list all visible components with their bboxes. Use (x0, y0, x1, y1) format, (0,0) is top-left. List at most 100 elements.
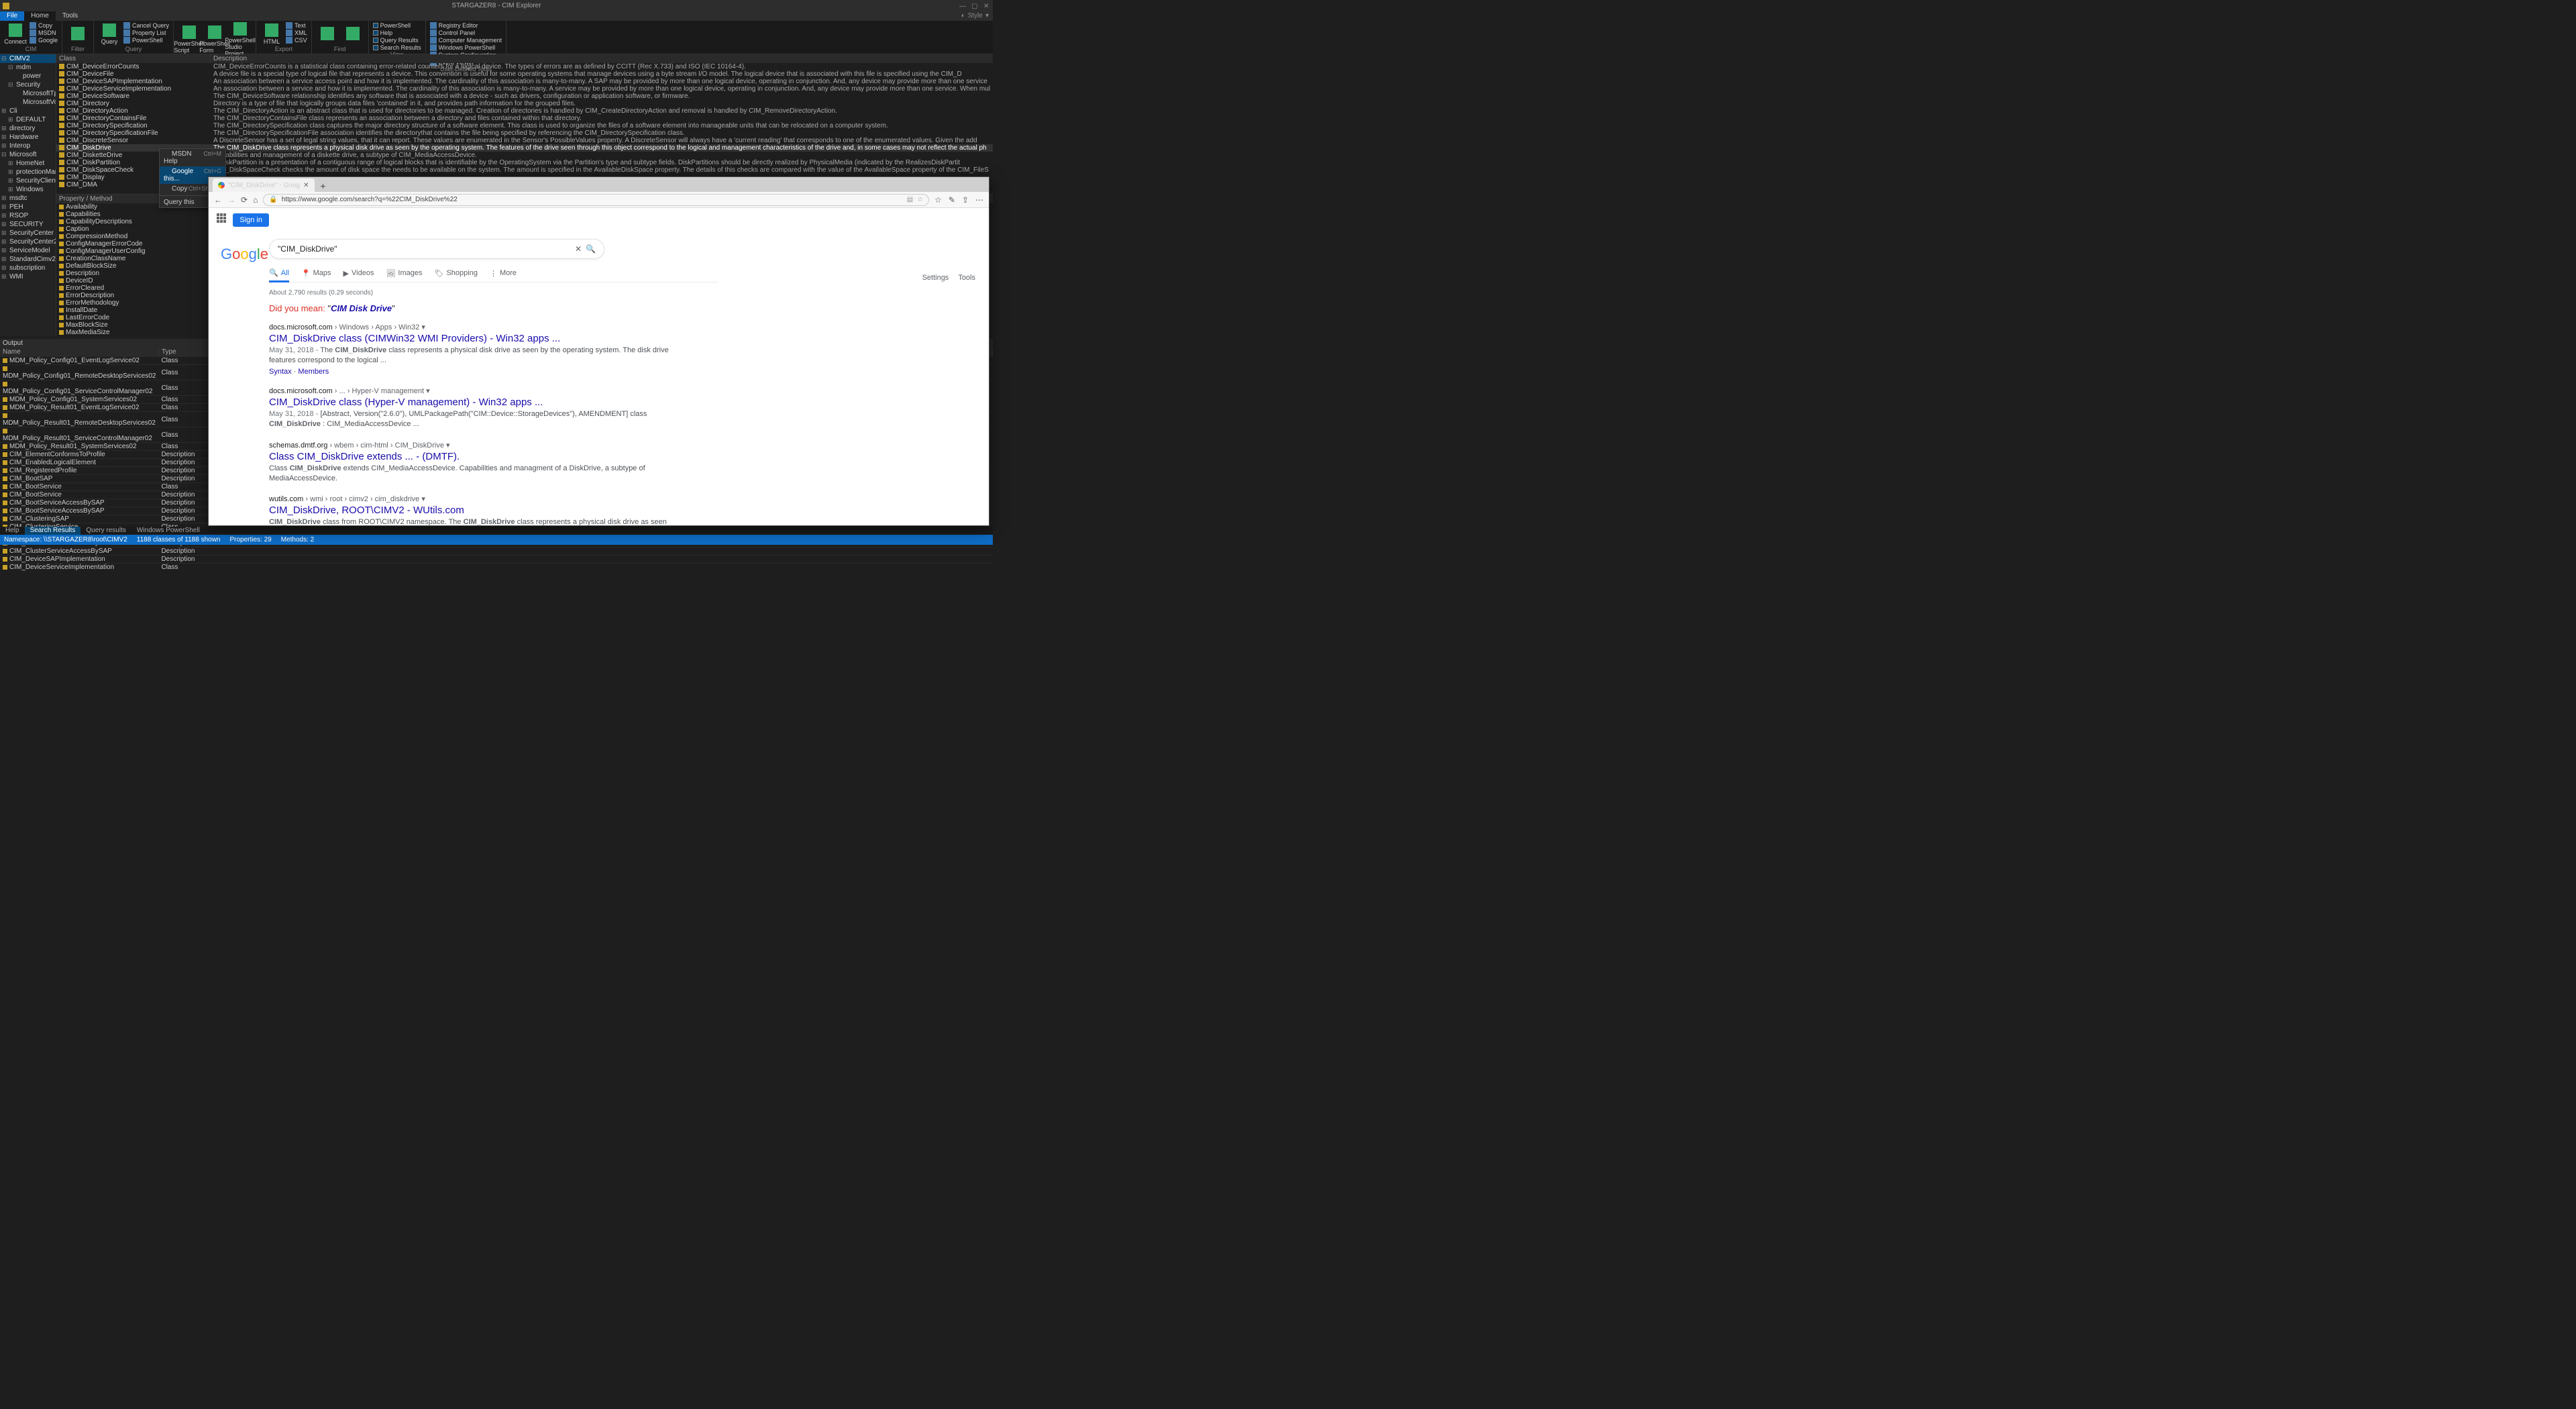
did-you-mean[interactable]: Did you mean: "CIM Disk Drive" (269, 303, 718, 313)
bottom-tab-help[interactable]: Help (0, 527, 25, 535)
chevron-down-icon[interactable]: ▾ (421, 495, 425, 503)
result-title[interactable]: CIM_DiskDrive class (Hyper-V management)… (269, 397, 672, 408)
expander-icon[interactable] (1, 99, 7, 104)
google-search-box[interactable]: "CIM_DiskDrive" ✕ 🔍 (269, 239, 604, 259)
bottom-tab-query-results[interactable]: Query results (80, 527, 131, 535)
expander-icon[interactable]: ⊞ (1, 247, 7, 252)
notes-icon[interactable]: ✎ (949, 195, 955, 205)
Query-button[interactable]: Query (98, 22, 121, 46)
class-row[interactable]: CIM_DirectorySpecification The CIM_Direc… (56, 122, 993, 129)
namespace-tree[interactable]: ⊟CIMV2⊟mdmpower⊟SecurityMicrosoftTpmMicr… (0, 54, 56, 336)
gnav-shopping[interactable]: 🏷Shopping (435, 268, 478, 278)
msdn-button[interactable]: MSDN (30, 30, 58, 36)
back-button[interactable]: ← (214, 195, 222, 205)
expander-icon[interactable]: ⊞ (1, 229, 7, 235)
find1-button[interactable] (316, 22, 339, 46)
search-results-button[interactable]: Search Results (373, 44, 421, 51)
copy-button[interactable]: Copy (30, 22, 58, 29)
tools-tab[interactable]: Tools (56, 11, 85, 21)
tree-node-microsofttpm[interactable]: MicrosoftTpm (0, 89, 56, 98)
tree-node-subscription[interactable]: ⊞subscription (0, 264, 56, 272)
result-url[interactable]: docs.microsoft.com › ... › Hyper-V manag… (269, 386, 672, 395)
result-title[interactable]: CIM_DiskDrive, ROOT\CIMV2 - WUtils.com (269, 505, 672, 516)
class-row[interactable]: CIM_DirectoryContainsFileThe CIM_Directo… (56, 115, 993, 122)
tab-close-icon[interactable]: ✕ (303, 182, 309, 189)
browser-tab[interactable]: "CIM_DiskDrive" - Goog ✕ (213, 178, 315, 192)
bottom-tabs[interactable]: HelpSearch ResultsQuery resultsWindows P… (0, 527, 993, 535)
expander-icon[interactable]: ⊞ (8, 168, 13, 174)
tree-node-securitycenter[interactable]: ⊞SecurityCenter (0, 229, 56, 238)
expander-icon[interactable]: ⊞ (8, 116, 13, 121)
expander-icon[interactable]: ⊞ (1, 125, 7, 130)
forward-button[interactable]: → (227, 195, 235, 205)
result-url[interactable]: wutils.com › wmi › root › cimv2 › cim_di… (269, 494, 672, 503)
ctx-msdn-help[interactable]: MSDN HelpCtrl+M (160, 149, 225, 166)
tree-node-microsoftvolumeencryption[interactable]: MicrosoftVolumeEncryption (0, 98, 56, 107)
tree-node-servicemodel[interactable]: ⊞ServiceModel (0, 246, 56, 255)
gnav-images[interactable]: 🖼Images (386, 268, 422, 278)
reader-icon[interactable]: ▤ (907, 196, 913, 203)
tools-link[interactable]: Tools (958, 274, 975, 282)
xml-button[interactable]: XML (286, 30, 307, 36)
expander-icon[interactable]: ⊟ (1, 151, 7, 156)
expander-icon[interactable]: ⊞ (1, 134, 7, 139)
expander-icon[interactable]: ⊞ (1, 107, 7, 113)
home-button[interactable]: ⌂ (253, 195, 258, 205)
more-icon[interactable]: ⋯ (975, 195, 983, 205)
property-list-button[interactable]: Property List (123, 30, 169, 36)
chevron-down-icon[interactable]: ▾ (446, 441, 450, 450)
style-switcher[interactable]: ◐ Style ▾ (961, 12, 989, 19)
HTML-button[interactable]: HTML (260, 22, 283, 46)
expander-icon[interactable]: ⊞ (1, 238, 7, 244)
tree-node-cimv2[interactable]: ⊟CIMV2 (0, 54, 56, 63)
expander-icon[interactable]: ⊞ (1, 142, 7, 148)
class-row[interactable]: CIM_DeviceErrorCountsCIM_DeviceErrorCoun… (56, 63, 993, 70)
PowerShell Studio Project-button[interactable]: PowerShell Studio Project (229, 22, 252, 57)
tree-node-microsoft[interactable]: ⊟Microsoft (0, 150, 56, 159)
google-apps-icon[interactable] (217, 213, 227, 224)
output-row[interactable]: CIM_DeviceSAPImplementationDescription (0, 556, 993, 564)
PowerShell Script-button[interactable]: PowerShell Script (178, 22, 201, 57)
help-button[interactable]: Help (373, 30, 421, 36)
share-icon[interactable]: ⇪ (962, 195, 969, 205)
search-icon[interactable]: 🔍 (586, 244, 596, 254)
tree-node-mdm[interactable]: ⊟mdm (0, 63, 56, 72)
class-row[interactable]: CIM_DirectoryActionThe CIM_DirectoryActi… (56, 107, 993, 115)
PowerShell Form-button[interactable]: PowerShell Form (203, 22, 226, 57)
settings-link[interactable]: Settings (922, 274, 949, 282)
refresh-button[interactable]: ⟳ (241, 195, 248, 205)
class-row[interactable]: CIM_DeviceServiceImplementationAn associ… (56, 85, 993, 93)
find2-button[interactable] (341, 22, 364, 46)
google-nav[interactable]: 🔍All📍Maps▶Videos🖼Images🏷Shopping⋮More (269, 268, 718, 282)
bottom-tab-windows-powershell[interactable]: Windows PowerShell (131, 527, 205, 535)
file-tab[interactable]: File (0, 11, 24, 21)
result-sublinks[interactable]: Syntax · Members (269, 368, 672, 376)
signin-button[interactable]: Sign in (233, 213, 269, 227)
expander-icon[interactable]: ⊟ (8, 64, 13, 69)
result-title[interactable]: CIM_DiskDrive class (CIMWin32 WMI Provid… (269, 333, 672, 344)
close-button[interactable]: ✕ (983, 3, 990, 9)
gnav-videos[interactable]: ▶Videos (343, 268, 374, 278)
tree-node-protectionmanagement[interactable]: ⊞protectionManagement (0, 168, 56, 176)
expander-icon[interactable] (1, 72, 7, 78)
query-results-button[interactable]: Query Results (373, 37, 421, 44)
tree-node-directory[interactable]: ⊞directory (0, 124, 56, 133)
expander-icon[interactable]: ⊞ (1, 273, 7, 278)
bottom-tab-search-results[interactable]: Search Results (25, 527, 81, 535)
output-row[interactable]: CIM_ClusterServiceAccessBySAPDescription (0, 547, 993, 556)
text-button[interactable]: Text (286, 22, 307, 29)
output-col-name[interactable]: Name (0, 348, 158, 357)
class-row[interactable]: CIM_DeviceSAPImplementationAn associatio… (56, 78, 993, 85)
tree-node-hardware[interactable]: ⊞Hardware (0, 133, 56, 142)
expander-icon[interactable]: ⊞ (8, 186, 13, 191)
csv-button[interactable]: CSV (286, 37, 307, 44)
class-row[interactable]: CIM_DeviceSoftwareThe CIM_DeviceSoftware… (56, 93, 993, 100)
clear-search-icon[interactable]: ✕ (575, 244, 582, 254)
tree-node-interop[interactable]: ⊞Interop (0, 142, 56, 150)
tree-node-wmi[interactable]: ⊞WMI (0, 272, 56, 281)
chevron-down-icon[interactable]: ▾ (421, 323, 425, 331)
gnav-maps[interactable]: 📍Maps (301, 268, 331, 278)
expander-icon[interactable]: ⊞ (8, 177, 13, 182)
gnav-all[interactable]: 🔍All (269, 268, 289, 282)
expander-icon[interactable]: ⊞ (1, 221, 7, 226)
